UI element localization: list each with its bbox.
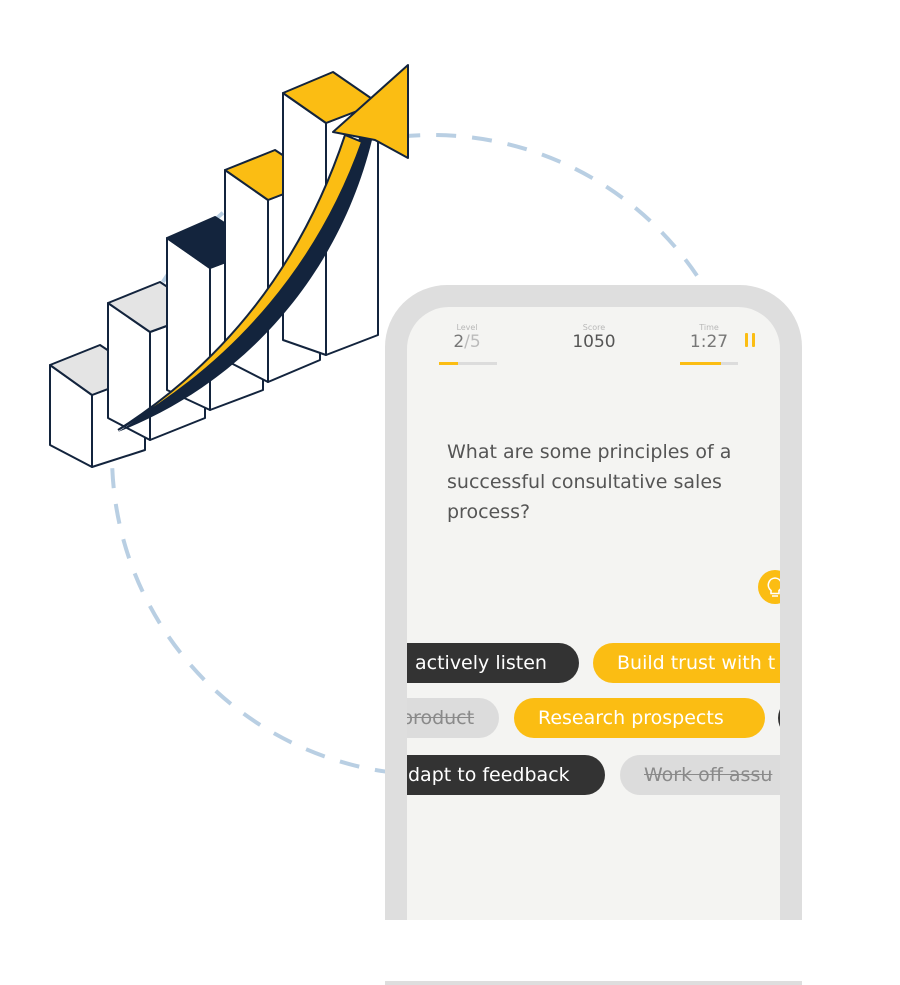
hint-button[interactable]	[758, 570, 780, 604]
score-label: Score	[582, 323, 606, 332]
answer-chip[interactable]: Research prospects	[514, 698, 765, 738]
time-value: 1:27	[689, 332, 729, 352]
lightbulb-icon	[767, 577, 780, 597]
score-value: 1050	[572, 332, 616, 352]
phone-frame: Level 2/5 Score 1050 Time 1:27 What are …	[385, 285, 802, 985]
time-stat: Time 1:27	[679, 323, 739, 352]
answer-chip[interactable]: Build trust with t	[593, 643, 780, 683]
level-stat: Level 2/5	[437, 323, 497, 352]
level-label: Level	[456, 323, 478, 332]
level-current: 2	[453, 332, 465, 352]
answer-chip[interactable]: Work off assu	[620, 755, 780, 795]
answer-chip[interactable]: product	[407, 698, 499, 738]
answer-chip[interactable]: actively listen	[407, 643, 579, 683]
time-label: Time	[699, 323, 719, 332]
pause-icon[interactable]	[745, 333, 757, 347]
score-stat: Score 1050	[564, 323, 624, 352]
answer-chip[interactable]: dapt to feedback	[407, 755, 605, 795]
time-progress-bar	[680, 362, 738, 365]
bottom-fade	[0, 920, 900, 981]
answer-chip[interactable]	[778, 698, 780, 738]
level-progress-bar	[439, 362, 497, 365]
level-total: /5	[464, 332, 481, 352]
phone-screen: Level 2/5 Score 1050 Time 1:27 What are …	[407, 307, 780, 920]
question-text: What are some principles of a successful…	[447, 441, 732, 523]
